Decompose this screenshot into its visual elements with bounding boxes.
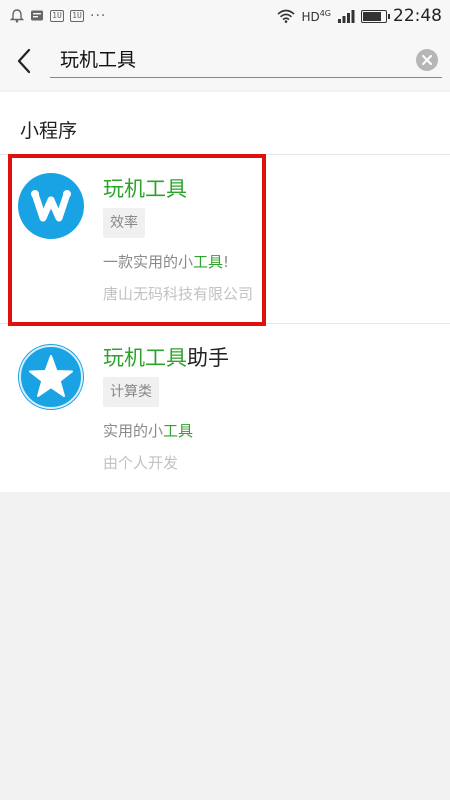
search-header: [0, 32, 450, 90]
back-button[interactable]: [12, 46, 36, 76]
w-logo-icon: [31, 190, 71, 222]
category-tag: 效率: [103, 208, 145, 238]
status-bar-system: HD4G 22:48: [277, 6, 442, 26]
category-tag: 计算类: [103, 377, 159, 407]
close-icon: [422, 55, 432, 65]
app-badge-icon: 1U: [50, 10, 64, 22]
status-time: 22:48: [393, 6, 442, 26]
result-item-wanji-tools-helper[interactable]: 玩机工具助手 计算类 实用的小工具 由个人开发: [0, 324, 450, 492]
signal-icon: [338, 10, 355, 23]
star-icon: [19, 345, 83, 409]
app-icon: [18, 173, 84, 239]
section-title: 小程序: [20, 120, 78, 142]
app-name: 玩机工具: [103, 177, 187, 201]
clear-search-button[interactable]: [416, 49, 438, 71]
chevron-left-icon: [17, 48, 31, 74]
app-name: 玩机工具助手: [103, 346, 229, 370]
status-bar-notifications: 1U 1U ···: [10, 9, 106, 23]
developer-name: 唐山无码科技有限公司: [103, 285, 254, 303]
network-indicator: HD4G: [301, 8, 331, 24]
status-bar: 1U 1U ··· HD4G 22:48: [0, 0, 450, 32]
developer-name: 由个人开发: [103, 454, 179, 472]
message-icon: [31, 10, 43, 21]
app-description: 一款实用的小工具!: [103, 253, 230, 271]
result-item-wanji-tools[interactable]: 玩机工具 效率 一款实用的小工具! 唐山无码科技有限公司: [0, 155, 450, 323]
search-input[interactable]: [50, 42, 442, 78]
wifi-icon: [277, 9, 295, 23]
search-results: 小程序 玩机工具 效率 一款实用的小工具! 唐山无码科技有限公司 玩机工具助手 …: [0, 92, 450, 492]
battery-icon: [361, 9, 390, 23]
app-badge-icon: 1U: [70, 10, 84, 22]
notification-bell-icon: [10, 9, 24, 23]
app-description: 实用的小工具: [103, 422, 194, 440]
app-icon: [18, 344, 84, 410]
more-dots-icon: ···: [90, 8, 107, 24]
